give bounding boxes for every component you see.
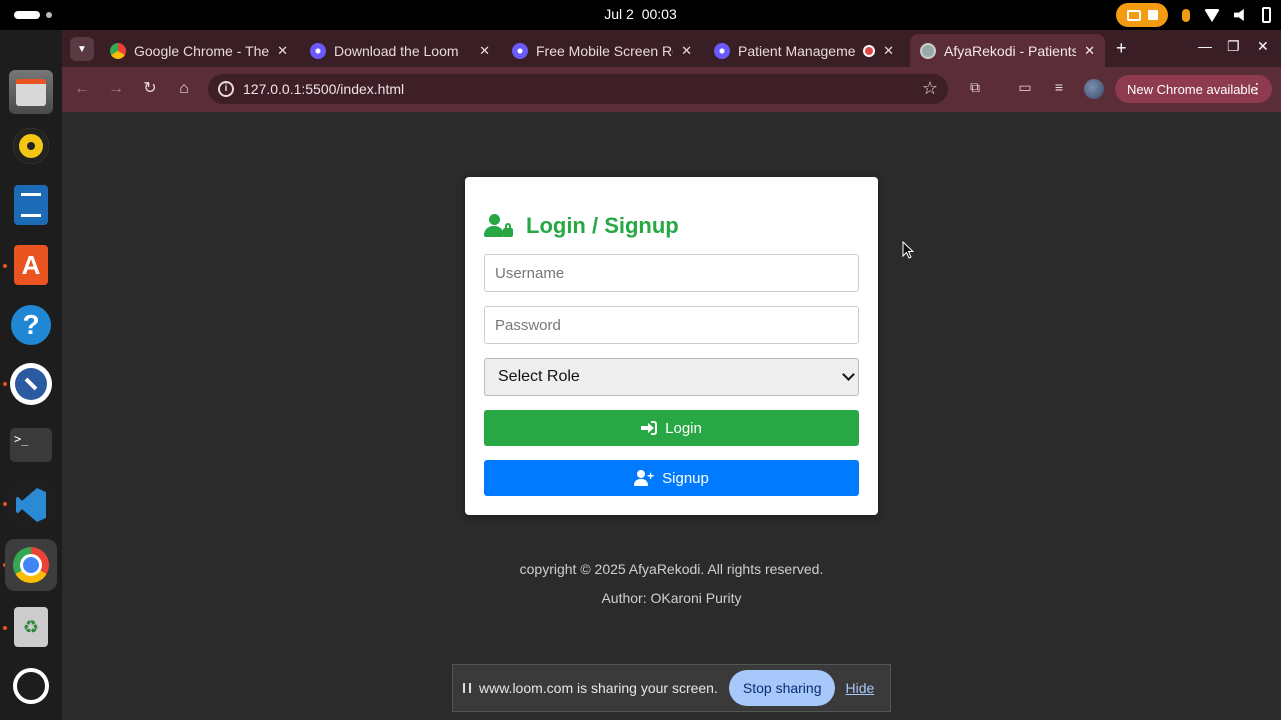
minimize-icon[interactable]: — [1198, 38, 1212, 54]
system-tray[interactable] [1116, 3, 1271, 27]
dock: A ? >_ ♻ [0, 30, 62, 720]
media-controls-icon[interactable]: ≡ [1050, 79, 1068, 97]
loom-icon [512, 42, 528, 59]
tab-title: Patient Manageme [738, 42, 856, 59]
copyright-text: copyright © 2025 AfyaRekodi. All rights … [519, 561, 824, 577]
writer-app-icon[interactable] [14, 185, 48, 225]
clock-date: Jul 2 [604, 6, 634, 22]
recording-icon [863, 44, 876, 57]
close-tab-icon[interactable]: ✕ [681, 43, 692, 59]
battery-icon [1262, 7, 1271, 23]
tab-afyarekodi[interactable]: AfyaRekodi - Patients ✕ [910, 34, 1105, 67]
trash-icon[interactable]: ♻ [14, 607, 48, 647]
screen-recording-indicator[interactable] [1116, 3, 1168, 27]
globe-icon [920, 42, 936, 59]
clock-time: 00:03 [641, 6, 677, 22]
tab-title: Download the Loom [334, 42, 459, 59]
running-indicator [3, 382, 7, 386]
close-tab-icon[interactable]: ✕ [277, 43, 288, 59]
tab-strip: ▼ Google Chrome - The ✕ Download the Loo… [62, 30, 1281, 67]
loom-icon [310, 42, 326, 59]
maximize-icon[interactable]: ❐ [1227, 38, 1240, 55]
vscode-app-icon[interactable] [9, 483, 53, 527]
wifi-icon [1204, 8, 1220, 22]
back-arrow-icon[interactable]: ← [72, 79, 92, 99]
share-message: www.loom.com is sharing your screen. [479, 680, 718, 696]
user-plus-icon: + [634, 470, 654, 486]
hide-link[interactable]: Hide [845, 680, 874, 696]
card-header: Login / Signup [484, 213, 679, 239]
mouse-cursor-icon [902, 240, 915, 264]
stop-icon [1147, 10, 1158, 20]
site-info-icon[interactable]: i [218, 81, 234, 97]
tab-google-chrome[interactable]: Google Chrome - The ✕ [100, 34, 298, 67]
new-chrome-available-button[interactable]: New Chrome available ⋮ [1115, 75, 1272, 103]
reload-icon[interactable]: ↻ [140, 79, 160, 99]
tab-title: AfyaRekodi - Patients [944, 42, 1077, 59]
forward-arrow-icon[interactable]: → [106, 79, 126, 99]
signup-button-label: Signup [662, 469, 709, 487]
tab-download-loom[interactable]: Download the Loom ✕ [300, 34, 500, 67]
tab-title: Free Mobile Screen Re [536, 42, 674, 59]
microphone-icon [1182, 8, 1190, 22]
address-bar[interactable]: i 127.0.0.1:5500/index.html ☆ [208, 74, 948, 104]
close-tab-icon[interactable]: ✕ [883, 43, 894, 59]
url-text: 127.0.0.1:5500/index.html [243, 81, 405, 97]
bookmark-star-icon[interactable]: ☆ [922, 78, 938, 99]
update-label: New Chrome available [1127, 81, 1258, 97]
browser-toolbar: ← → ↻ ⌂ i 127.0.0.1:5500/index.html ☆ ⧉ … [62, 67, 1281, 112]
screencast-icon [1126, 9, 1141, 21]
close-window-icon[interactable]: ✕ [1257, 38, 1269, 55]
cast-icon[interactable]: ▭ [1016, 79, 1034, 97]
chrome-logo-icon [13, 547, 49, 583]
author-text: Author: OKaroni Purity [601, 590, 742, 606]
running-indicator [3, 502, 7, 506]
web-page: Login / Signup Select Role Login + Signu… [62, 112, 1281, 720]
login-button-label: Login [665, 419, 702, 437]
close-tab-icon[interactable]: ✕ [1084, 43, 1095, 59]
system-top-bar: Jul 2 00:03 [0, 0, 1281, 30]
extensions-puzzle-icon[interactable]: ⧉ [966, 79, 984, 97]
chrome-icon [110, 42, 126, 59]
show-apps-icon[interactable] [13, 668, 49, 704]
clock[interactable]: Jul 2 00:03 [0, 6, 1281, 22]
rhythmbox-app-icon[interactable] [13, 128, 49, 164]
screen-share-bar: www.loom.com is sharing your screen. Sto… [452, 664, 891, 712]
app-center-icon[interactable]: A [14, 245, 48, 285]
menu-kebab-icon[interactable]: ⋮ [1250, 80, 1264, 97]
profile-avatar[interactable] [1084, 79, 1104, 99]
user-lock-icon [484, 214, 514, 238]
home-icon[interactable]: ⌂ [174, 79, 194, 99]
tab-title: Google Chrome - The [134, 42, 270, 59]
terminal-app-icon[interactable]: >_ [10, 428, 52, 462]
tab-search-chevron-icon[interactable]: ▼ [70, 37, 94, 61]
help-app-icon[interactable]: ? [11, 305, 51, 345]
role-select[interactable]: Select Role [484, 358, 859, 396]
card-title: Login / Signup [526, 213, 679, 238]
username-input[interactable] [484, 254, 859, 292]
running-indicator [3, 626, 7, 630]
sign-in-icon [641, 421, 658, 435]
signup-button[interactable]: + Signup [484, 460, 859, 496]
tab-free-mobile-screen[interactable]: Free Mobile Screen Re ✕ [502, 34, 702, 67]
password-input[interactable] [484, 306, 859, 344]
role-select-value: Select Role [498, 368, 580, 385]
close-tab-icon[interactable]: ✕ [479, 43, 490, 59]
loom-icon [714, 42, 730, 59]
volume-icon [1234, 9, 1244, 21]
timer-app-icon[interactable] [10, 363, 52, 405]
running-indicator [3, 264, 7, 268]
pause-icon [463, 683, 471, 693]
chevron-down-icon [842, 368, 855, 381]
stop-sharing-button[interactable]: Stop sharing [728, 670, 836, 706]
files-app-icon[interactable] [9, 70, 53, 114]
login-card: Login / Signup Select Role Login + Signu… [465, 177, 878, 515]
new-tab-plus-icon[interactable]: + [1116, 38, 1127, 59]
chrome-app-icon[interactable] [5, 539, 57, 591]
tab-patient-management[interactable]: Patient Manageme ✕ [704, 34, 904, 67]
login-button[interactable]: Login [484, 410, 859, 446]
